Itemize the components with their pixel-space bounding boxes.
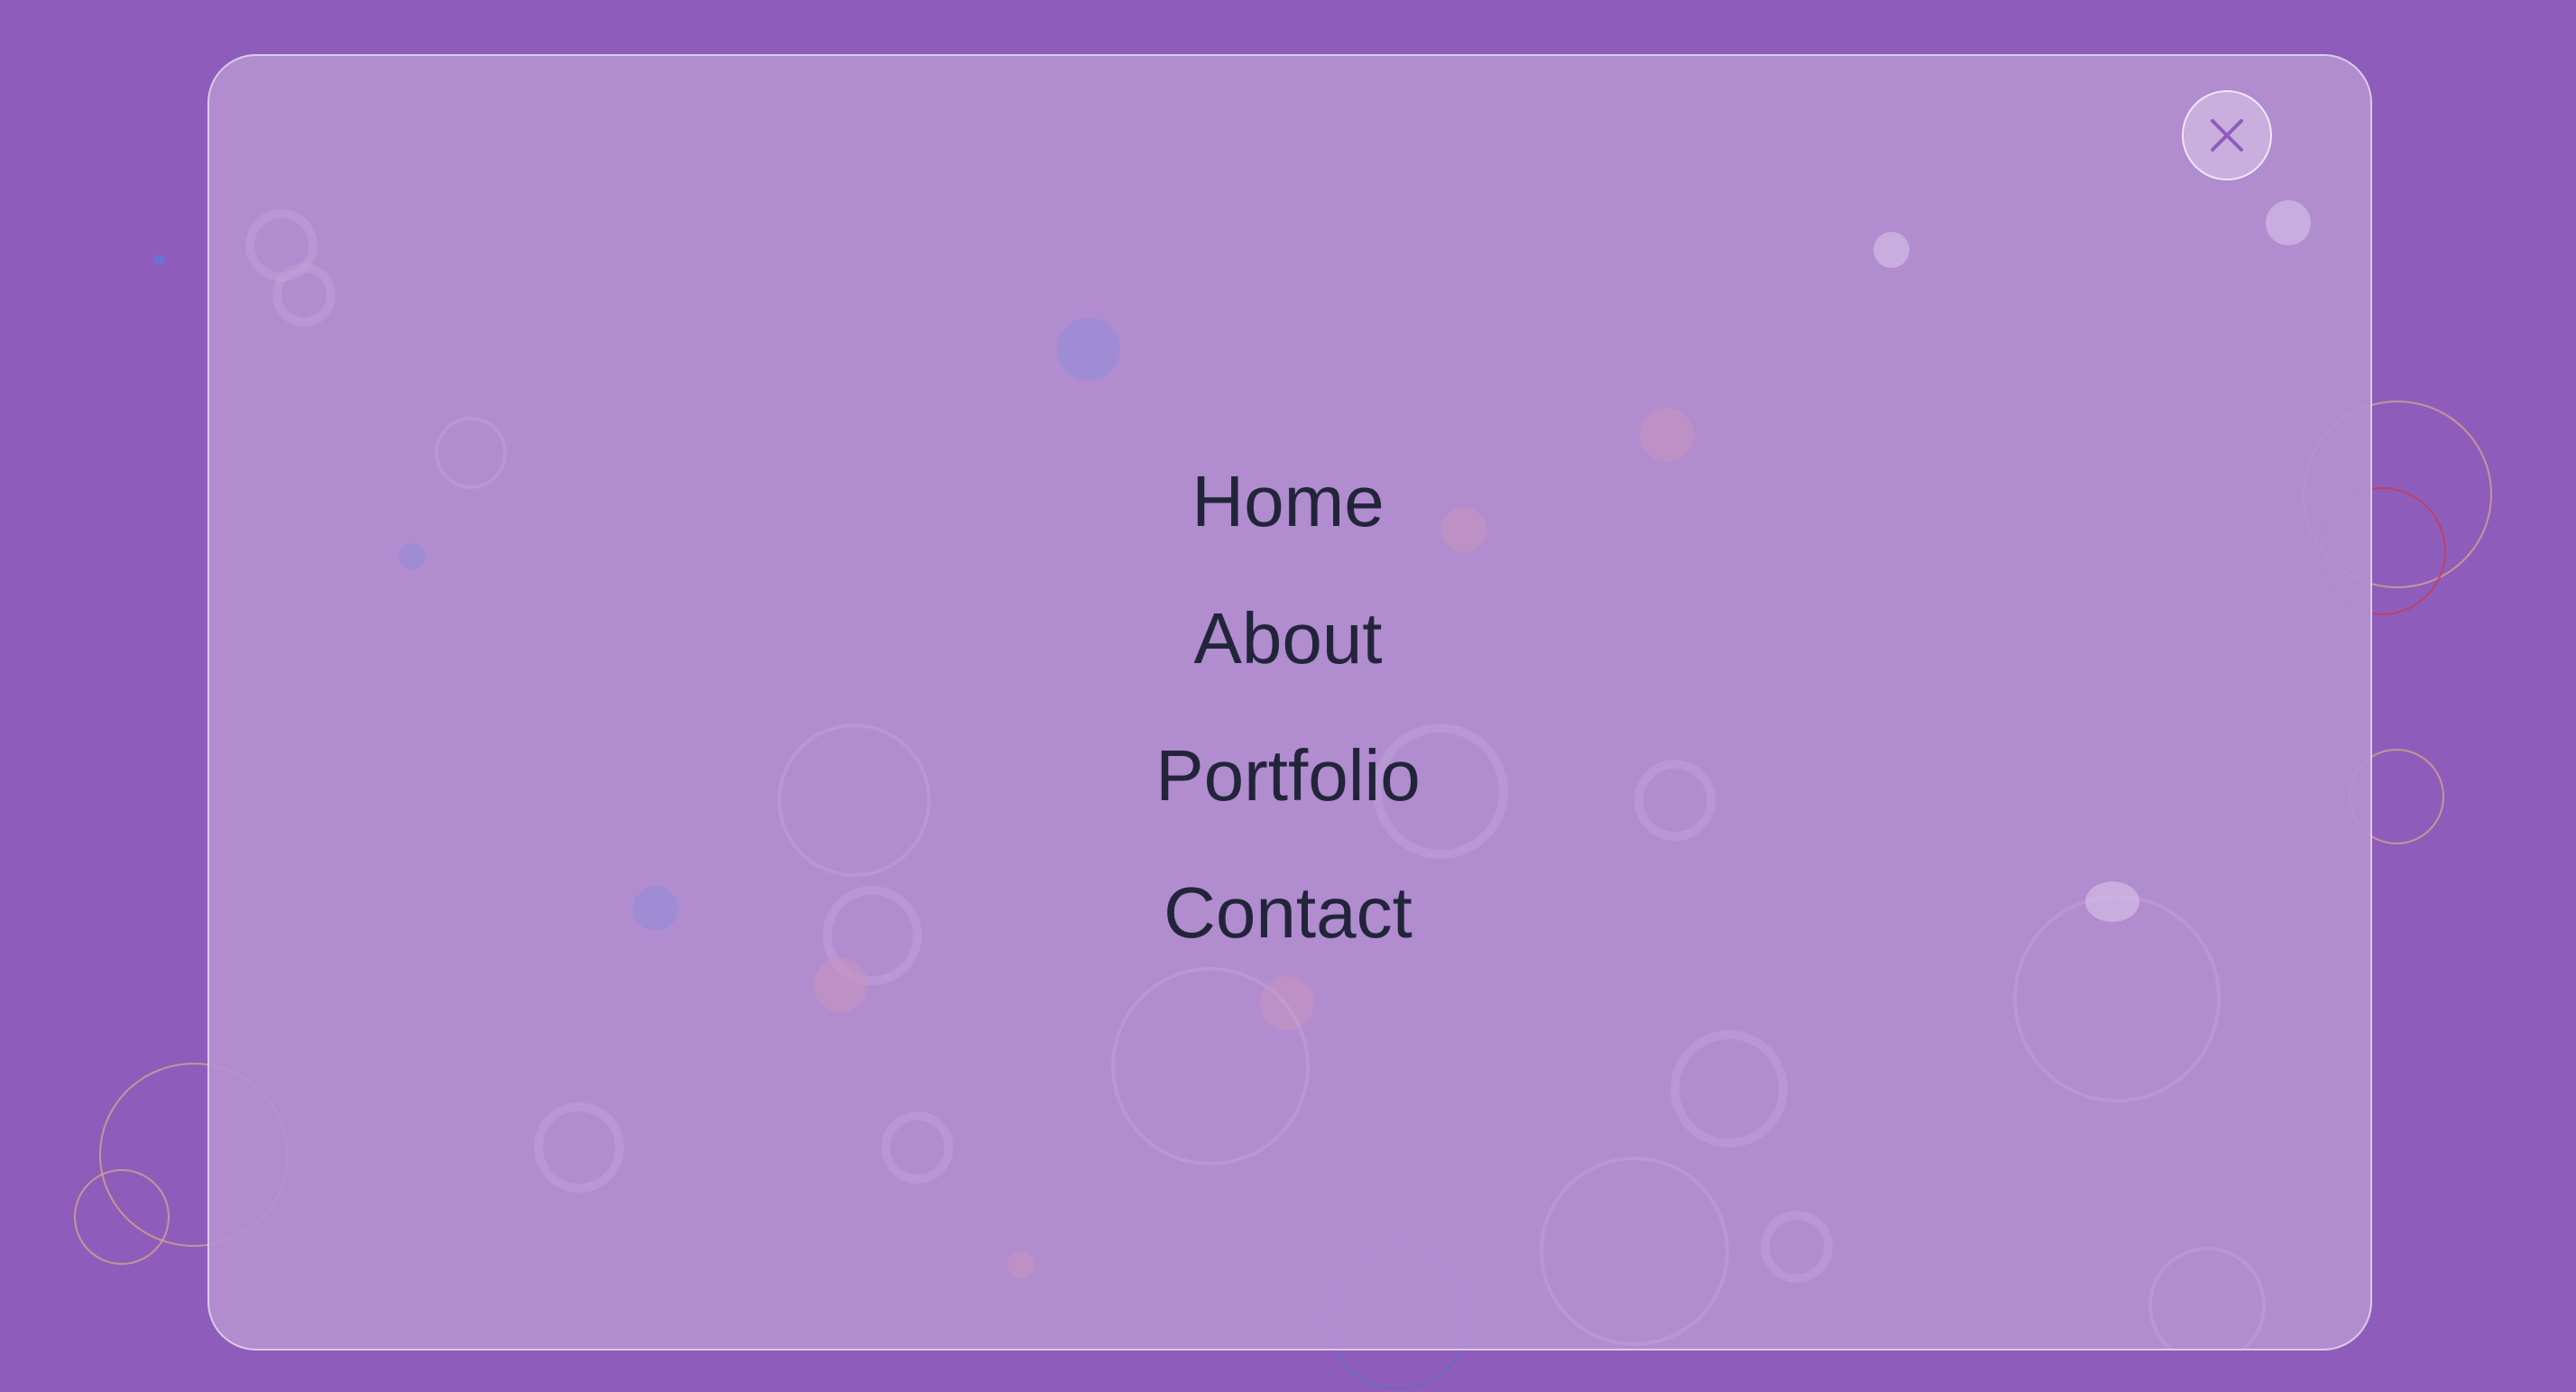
nav-link-about[interactable]: About	[1193, 570, 1382, 707]
nav-link-home[interactable]: Home	[1191, 433, 1384, 570]
decorative-bubble	[1111, 967, 1310, 1166]
decorative-bubble	[74, 1169, 170, 1265]
close-icon	[2211, 119, 2243, 152]
nav-link-portfolio[interactable]: Portfolio	[1155, 707, 1420, 844]
decorative-bubble	[1761, 1211, 1833, 1283]
close-button[interactable]	[2182, 90, 2272, 180]
decorative-bubble	[1007, 1251, 1035, 1278]
decorative-bubble	[272, 263, 336, 327]
decorative-bubble	[534, 1102, 624, 1193]
decorative-bubble	[2266, 200, 2311, 245]
page-background: Home About Portfolio Contact	[0, 0, 2576, 1392]
decorative-bubble	[154, 254, 165, 265]
nav-link-contact[interactable]: Contact	[1164, 844, 1412, 982]
decorative-bubble	[1540, 1157, 1729, 1346]
decorative-bubble	[1057, 318, 1120, 381]
main-nav-menu: Home About Portfolio Contact	[0, 433, 2576, 982]
decorative-bubble	[1670, 1030, 1788, 1148]
decorative-bubble	[1873, 232, 1909, 268]
decorative-bubble	[2148, 1247, 2266, 1349]
decorative-bubble	[881, 1111, 953, 1184]
